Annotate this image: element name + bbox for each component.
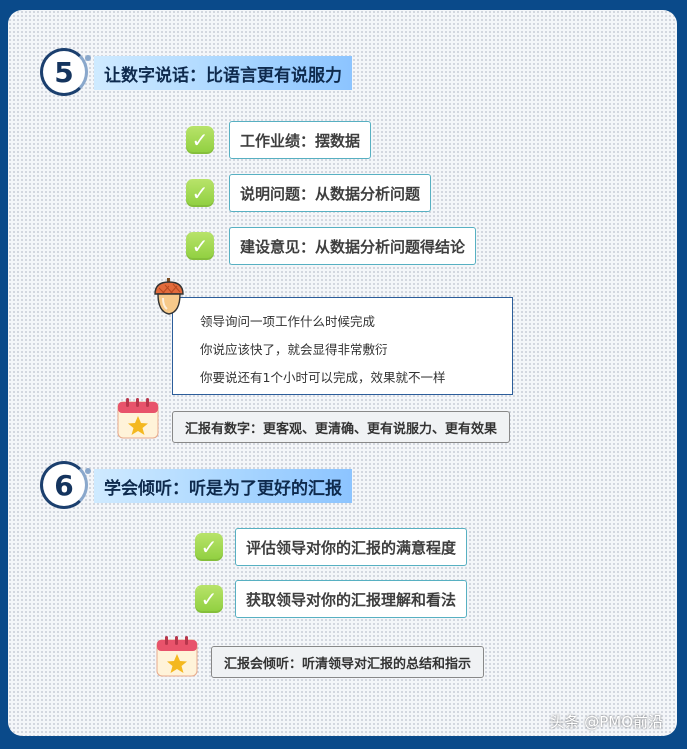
section-6-title: 学会倾听：听是为了更好的汇报: [94, 469, 352, 503]
calendar-star-icon: [117, 398, 159, 439]
quote-line: 你说应该快了，就会显得非常敷衍: [200, 342, 388, 357]
summary-box: 汇报有数字：更客观、更清确、更有说服力、更有效果: [172, 411, 511, 443]
point-item: 说明问题：从数据分析问题: [229, 174, 432, 212]
section-6-number: 6: [40, 461, 91, 509]
check-icon: ✓: [195, 585, 223, 613]
check-icon: ✓: [195, 533, 223, 561]
content-card: 5 让数字说话：比语言更有说服力 ✓ 工作业绩：摆数据 ✓ 说明问题：从数据分析…: [8, 10, 677, 736]
point-item: 工作业绩：摆数据: [229, 121, 372, 159]
check-icon: ✓: [186, 126, 214, 154]
acorn-icon: [154, 278, 184, 315]
point-item: 评估领导对你的汇报的满意程度: [235, 528, 468, 566]
check-icon: ✓: [186, 179, 214, 207]
example-quote-box: 领导询问一项工作什么时候完成 你说应该快了，就会显得非常敷衍 你要说还有1个小时…: [172, 297, 513, 395]
watermark: 头条 @PMO前沿: [549, 713, 663, 731]
quote-line: 你要说还有1个小时可以完成，效果就不一样: [200, 370, 446, 385]
point-item: 建设意见：从数据分析问题得结论: [229, 227, 477, 265]
point-item: 获取领导对你的汇报理解和看法: [235, 580, 468, 618]
calendar-star-icon: [156, 636, 198, 677]
quote-line: 领导询问一项工作什么时候完成: [200, 314, 376, 329]
check-icon: ✓: [186, 232, 214, 260]
summary-box: 汇报会倾听：听清领导对汇报的总结和指示: [211, 646, 485, 678]
section-5-number: 5: [40, 48, 91, 96]
section-5-title: 让数字说话：比语言更有说服力: [94, 56, 352, 90]
